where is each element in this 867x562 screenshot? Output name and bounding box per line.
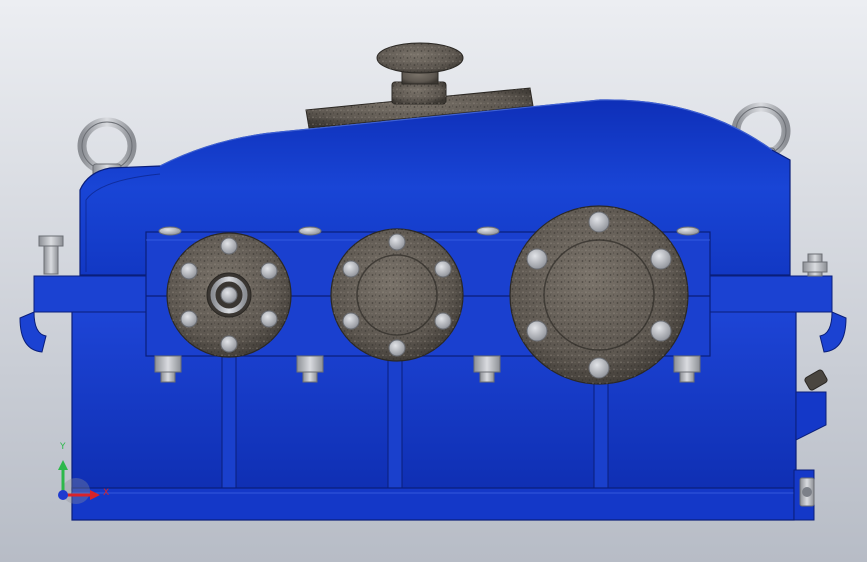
bearing-cap-input (166, 232, 292, 358)
oil-drain-plug (793, 469, 815, 521)
graphics-viewport[interactable]: Y X (0, 0, 867, 562)
bearing-cap-output (509, 205, 689, 385)
triad-x-label: X (103, 488, 110, 498)
triad-y-label: Y (60, 442, 66, 452)
bearing-cap-intermediate (330, 228, 464, 362)
gearbox-model[interactable] (0, 0, 867, 562)
triad-axis-z (58, 490, 68, 500)
